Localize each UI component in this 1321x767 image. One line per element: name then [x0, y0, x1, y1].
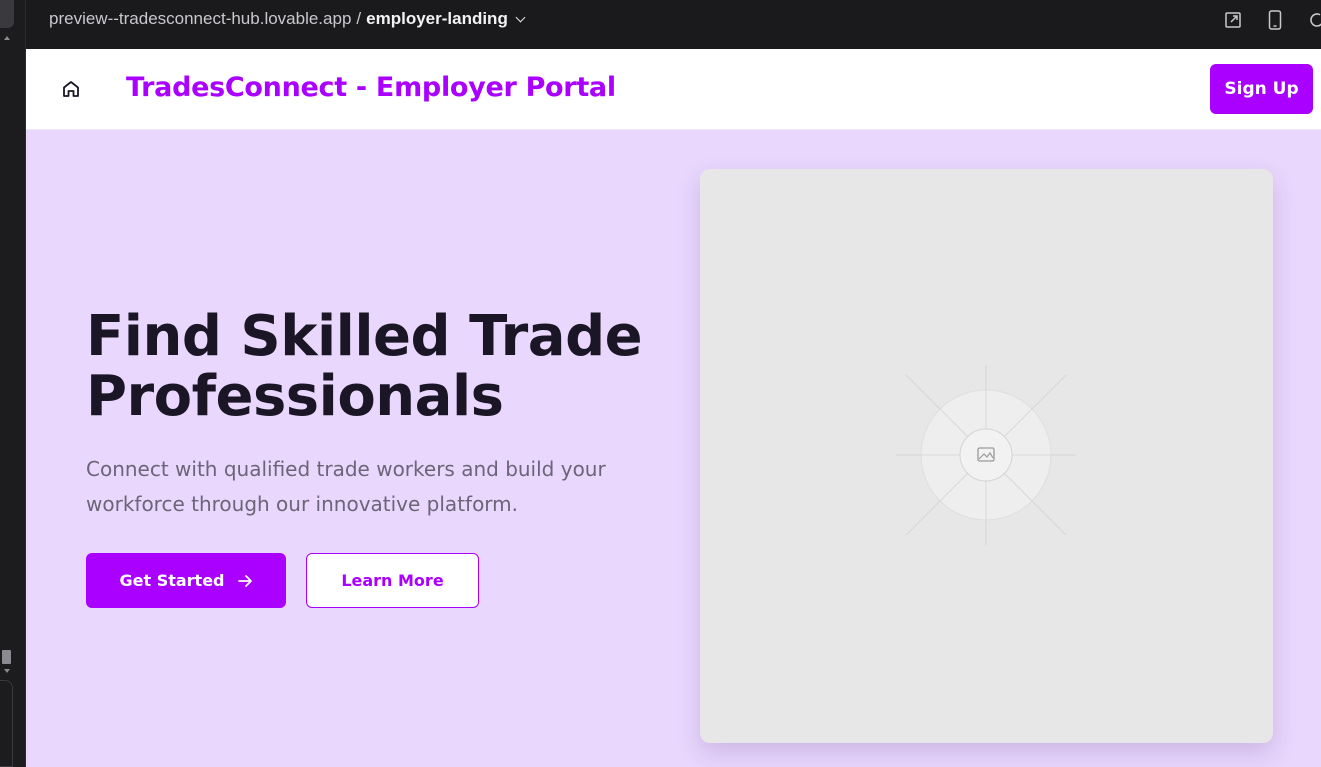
mobile-preview-icon[interactable]	[1264, 9, 1286, 31]
home-icon[interactable]	[60, 78, 82, 100]
sign-up-button[interactable]: Sign Up	[1210, 64, 1313, 114]
get-started-label: Get Started	[119, 571, 225, 590]
arrow-right-icon	[237, 574, 252, 587]
scrollbar-thumb[interactable]	[2, 650, 11, 664]
app-viewport: TradesConnect - Employer Portal Sign Up …	[26, 49, 1321, 767]
url-route: employer-landing	[366, 9, 508, 28]
refresh-icon[interactable]	[1306, 9, 1321, 31]
image-placeholder-icon	[896, 365, 1076, 545]
scroll-down-arrow-icon[interactable]	[4, 669, 10, 673]
panel-frame	[0, 680, 13, 767]
scroll-up-arrow-icon[interactable]	[4, 36, 10, 40]
preview-url-bar: preview--tradesconnect-hub.lovable.app /…	[26, 0, 1321, 49]
url-separator: /	[356, 9, 362, 28]
url-host: preview--tradesconnect-hub.lovable.app	[49, 9, 352, 28]
brand-title[interactable]: TradesConnect - Employer Portal	[126, 72, 616, 103]
hero-heading: Find Skilled Trade Professionals	[86, 304, 643, 429]
url-display[interactable]: preview--tradesconnect-hub.lovable.app /…	[49, 9, 526, 29]
hero-image-placeholder	[700, 169, 1273, 743]
get-started-button[interactable]: Get Started	[86, 553, 286, 608]
site-header: TradesConnect - Employer Portal Sign Up	[26, 49, 1321, 130]
open-external-icon[interactable]	[1222, 9, 1244, 31]
hero-subtitle: Connect with qualified trade workers and…	[86, 457, 606, 516]
panel-tab[interactable]	[0, 0, 14, 28]
editor-side-panel	[0, 0, 26, 767]
route-dropdown-chevron-icon[interactable]	[515, 12, 526, 22]
learn-more-button[interactable]: Learn More	[306, 553, 479, 608]
